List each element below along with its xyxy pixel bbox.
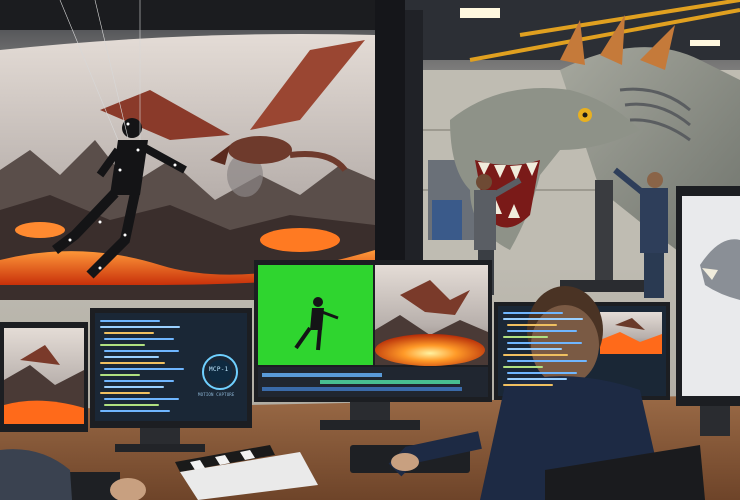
vfx-studio-scene: MCP-1 MOTION CAPTURE: [0, 0, 740, 500]
overhead-truss: [0, 0, 400, 30]
mcp-badge-text: MCP-1: [209, 366, 229, 373]
ceiling-light: [690, 40, 720, 46]
lava-pool: [15, 222, 65, 238]
truss-pillar: [405, 10, 423, 300]
scene-illustration: [0, 0, 740, 500]
monitor-far-left: [0, 322, 88, 432]
tool-cabinet: [432, 200, 462, 240]
mcp-caption-text: MOTION CAPTURE: [198, 392, 235, 397]
ceiling-light: [460, 8, 500, 18]
lava-pool: [260, 228, 340, 252]
truss-pillar: [375, 0, 405, 260]
monitor-far-right-portrait: [676, 186, 740, 436]
